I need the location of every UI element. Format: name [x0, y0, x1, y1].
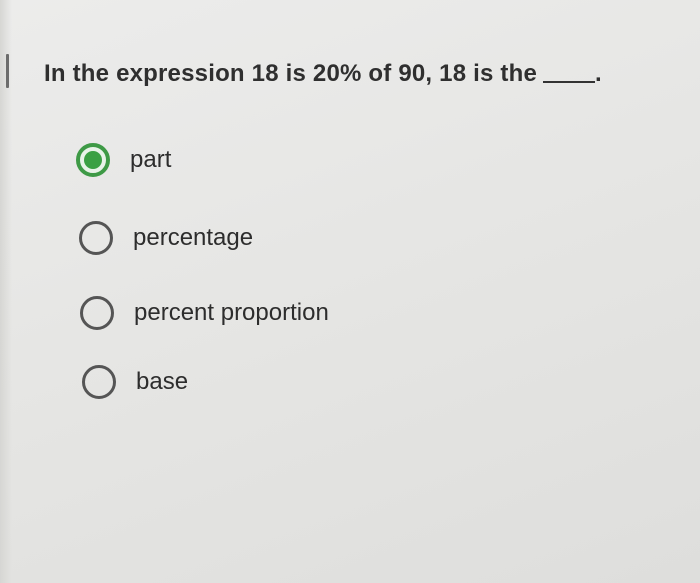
option-base[interactable]: base: [82, 362, 188, 402]
radio-unselected-icon[interactable]: [80, 296, 114, 330]
radio-unselected-icon[interactable]: [79, 221, 113, 255]
radio-selected-icon[interactable]: [76, 143, 110, 177]
option-label: base: [136, 368, 189, 395]
quiz-screen: In the expression 18 is 20% of 90, 18 is…: [0, 0, 700, 583]
option-part[interactable]: part: [76, 140, 171, 180]
question-prompt: In the expression 18 is 20% of 90, 18 is…: [44, 60, 602, 88]
question-text: In the expression 18 is 20% of 90, 18 is…: [44, 60, 538, 87]
option-percentage[interactable]: percentage: [79, 218, 253, 258]
option-label: part: [130, 146, 172, 173]
radio-unselected-icon[interactable]: [82, 365, 116, 399]
option-label: percentage: [133, 224, 254, 251]
left-edge: [0, 0, 12, 583]
question-end-punctuation: .: [595, 60, 602, 87]
option-percent-proportion[interactable]: percent proportion: [80, 293, 329, 333]
option-label: percent proportion: [134, 299, 329, 326]
answer-blank: [543, 81, 596, 83]
edge-marker: [6, 54, 9, 88]
